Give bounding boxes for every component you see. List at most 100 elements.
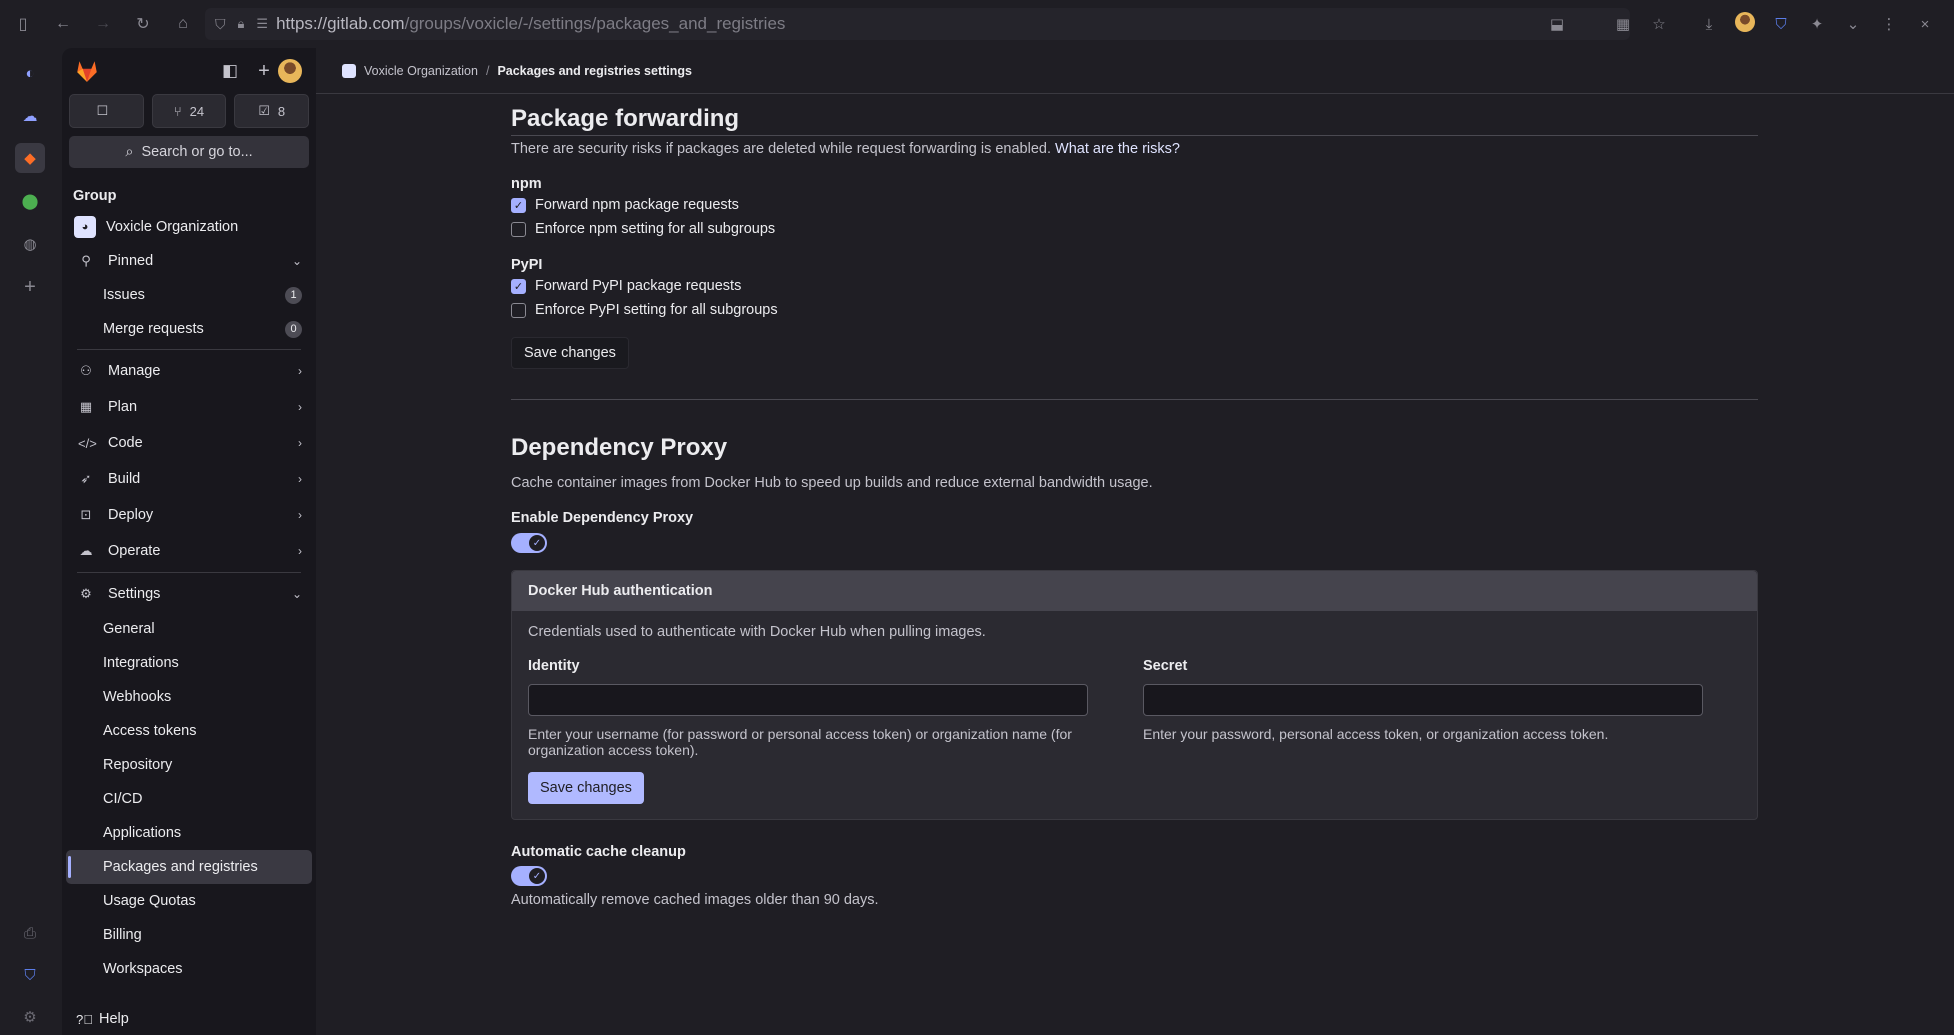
secret-label: Secret (1143, 658, 1188, 674)
extensions-icon[interactable]: ✦ (1806, 15, 1828, 33)
new-item-icon[interactable]: + (250, 57, 278, 85)
printer-icon[interactable]: ⎙ (15, 918, 45, 948)
merge-requests-counter[interactable]: ⑂ 24 (151, 94, 227, 128)
todo-counter[interactable]: ☐ (69, 94, 144, 128)
sidebar-item-webhooks[interactable]: Webhooks (66, 680, 312, 714)
sidebar-item-operate[interactable]: ☁ Operate › (66, 533, 312, 569)
pypi-enforce-row[interactable]: Enforce PyPI setting for all subgroups (511, 298, 1758, 322)
sidebar-toggle-icon[interactable]: ▯ (8, 9, 38, 39)
sidebar-item-code[interactable]: </> Code › (66, 425, 312, 461)
sidebar-item-deploy[interactable]: ⊡ Deploy › (66, 497, 312, 533)
secret-help: Enter your password, personal access tok… (1143, 726, 1609, 742)
menu-icon[interactable]: ⋮ (1878, 15, 1900, 33)
section-rule (511, 135, 1758, 136)
password-manager-icon[interactable]: ⛉ (1770, 16, 1792, 33)
pypi-forward-row[interactable]: ✓ Forward PyPI package requests (511, 274, 1758, 298)
secret-input[interactable] (1143, 684, 1703, 716)
sidebar-item-plan[interactable]: ▦ Plan › (66, 389, 312, 425)
npm-label: npm (511, 176, 542, 192)
sidebar-item-packages-and-registries[interactable]: Packages and registries (66, 850, 312, 884)
gear-icon: ⚙ (80, 586, 92, 601)
chevron-down-icon: ⌄ (291, 254, 302, 268)
enable-dependency-proxy-toggle[interactable]: ✓ (511, 533, 547, 553)
settings-gear-icon[interactable]: ⚙ (15, 1002, 45, 1032)
calendar-icon: ▦ (79, 399, 93, 414)
identity-help: Enter your username (for password or per… (528, 726, 1072, 758)
download-icon[interactable]: ⤓ (1698, 16, 1720, 33)
sidebar-item-billing[interactable]: Billing (66, 918, 312, 952)
sidebar-item-build[interactable]: ➶ Build › (66, 461, 312, 497)
app-icon-1[interactable]: ◐ (15, 58, 45, 88)
package-forwarding-save-button[interactable]: Save changes (511, 337, 629, 369)
sidebar-item-settings[interactable]: ⚙ Settings ⌄ (66, 576, 312, 612)
address-bar[interactable]: ⛉ 🔒︎ ☰ https://gitlab.com/groups/voxicle… (205, 8, 1630, 40)
automatic-cache-cleanup-toggle[interactable]: ✓ (511, 866, 547, 886)
sidebar-item-workspaces[interactable]: Workspaces (66, 952, 312, 986)
shield-app-icon[interactable]: ⛉ (15, 960, 45, 990)
bookmark-star-icon[interactable]: ☆ (1648, 15, 1670, 33)
add-app-icon[interactable]: + (15, 272, 45, 302)
close-icon[interactable]: × (1914, 16, 1936, 33)
collapse-sidebar-icon[interactable]: ◧ (216, 57, 244, 85)
npm-forward-checkbox[interactable]: ✓ (511, 197, 526, 213)
automatic-cache-cleanup-label: Automatic cache cleanup (511, 844, 686, 860)
section-divider (511, 399, 1758, 400)
help-icon: ?⃝ (76, 1011, 93, 1027)
gitlab-app-icon[interactable]: ◆ (15, 143, 45, 173)
forward-icon[interactable]: → (88, 9, 118, 39)
maps-icon[interactable]: ⬤ (15, 186, 45, 216)
avatar[interactable] (278, 59, 302, 83)
automatic-cache-cleanup-help: Automatically remove cached images older… (511, 892, 879, 908)
sidebar-item-issues[interactable]: Issues 1 (66, 278, 312, 312)
sidebar-item-applications[interactable]: Applications (66, 816, 312, 850)
reload-icon[interactable]: ↻ (128, 9, 158, 39)
sidebar-item-usage-quotas[interactable]: Usage Quotas (66, 884, 312, 918)
app-icon-2[interactable]: ☁ (15, 101, 45, 131)
sidebar-item-ci-cd[interactable]: CI/CD (66, 782, 312, 816)
profile-avatar-icon[interactable] (1734, 12, 1756, 36)
chevron-down-icon[interactable]: ⌄ (1842, 15, 1864, 33)
docker-hub-auth-description: Credentials used to authenticate with Do… (528, 624, 986, 640)
npm-forward-row[interactable]: ✓ Forward npm package requests (511, 193, 1758, 217)
apps-icon[interactable]: ▦ (1612, 15, 1634, 33)
risks-link[interactable]: What are the risks? (1055, 141, 1180, 157)
settings-content: Package forwarding There are security ri… (511, 94, 1758, 908)
browser-toolbar: ▯ ← → ↻ ⌂ ⛉ 🔒︎ ☰ https://gitlab.com/grou… (0, 0, 1954, 48)
gitlab-logo[interactable] (74, 58, 100, 84)
divider (77, 572, 301, 573)
code-icon: </> (78, 435, 97, 451)
sidebar-item-repository[interactable]: Repository (66, 748, 312, 782)
pypi-enforce-checkbox[interactable] (511, 302, 526, 318)
issues-counter[interactable]: ☑ 8 (234, 94, 310, 128)
sidebar-item-access-tokens[interactable]: Access tokens (66, 714, 312, 748)
sidebar-item-general[interactable]: General (66, 612, 312, 646)
sidebar-heading: Group (73, 188, 117, 204)
help-button[interactable]: ?⃝ Help (76, 1011, 129, 1027)
breadcrumb-group-link[interactable]: Voxicle Organization (364, 64, 478, 78)
group-link[interactable]: ◕ Voxicle Organization (66, 210, 312, 244)
group-avatar-icon (342, 63, 356, 78)
breadcrumb-current[interactable]: Packages and registries settings (497, 64, 692, 78)
pypi-label: PyPI (511, 257, 543, 273)
identity-input[interactable] (528, 684, 1088, 716)
back-icon[interactable]: ← (48, 9, 78, 39)
breadcrumb: Voxicle Organization / Packages and regi… (316, 48, 1954, 94)
screenshot-icon[interactable]: ⬓ (1546, 15, 1568, 33)
merge-requests-count-badge: 0 (285, 320, 302, 338)
sidebar-item-manage[interactable]: ⚇ Manage › (66, 353, 312, 389)
globe-icon[interactable]: ◍ (15, 229, 45, 259)
chevron-right-icon: › (298, 436, 302, 450)
sidebar-item-pinned[interactable]: ⚲ Pinned ⌄ (66, 244, 312, 278)
docker-hub-save-button[interactable]: Save changes (528, 772, 644, 804)
check-icon: ✓ (529, 535, 545, 551)
sidebar-item-merge-requests[interactable]: Merge requests 0 (66, 312, 312, 346)
dependency-proxy-title: Dependency Proxy (511, 434, 728, 461)
dependency-proxy-description: Cache container images from Docker Hub t… (511, 475, 1153, 491)
pypi-forward-checkbox[interactable]: ✓ (511, 278, 526, 294)
npm-enforce-row[interactable]: Enforce npm setting for all subgroups (511, 217, 1758, 241)
npm-enforce-checkbox[interactable] (511, 221, 526, 237)
sidebar-item-integrations[interactable]: Integrations (66, 646, 312, 680)
home-icon[interactable]: ⌂ (168, 9, 198, 39)
search-button[interactable]: ⌕ Search or go to... (69, 136, 309, 168)
divider (77, 349, 301, 350)
